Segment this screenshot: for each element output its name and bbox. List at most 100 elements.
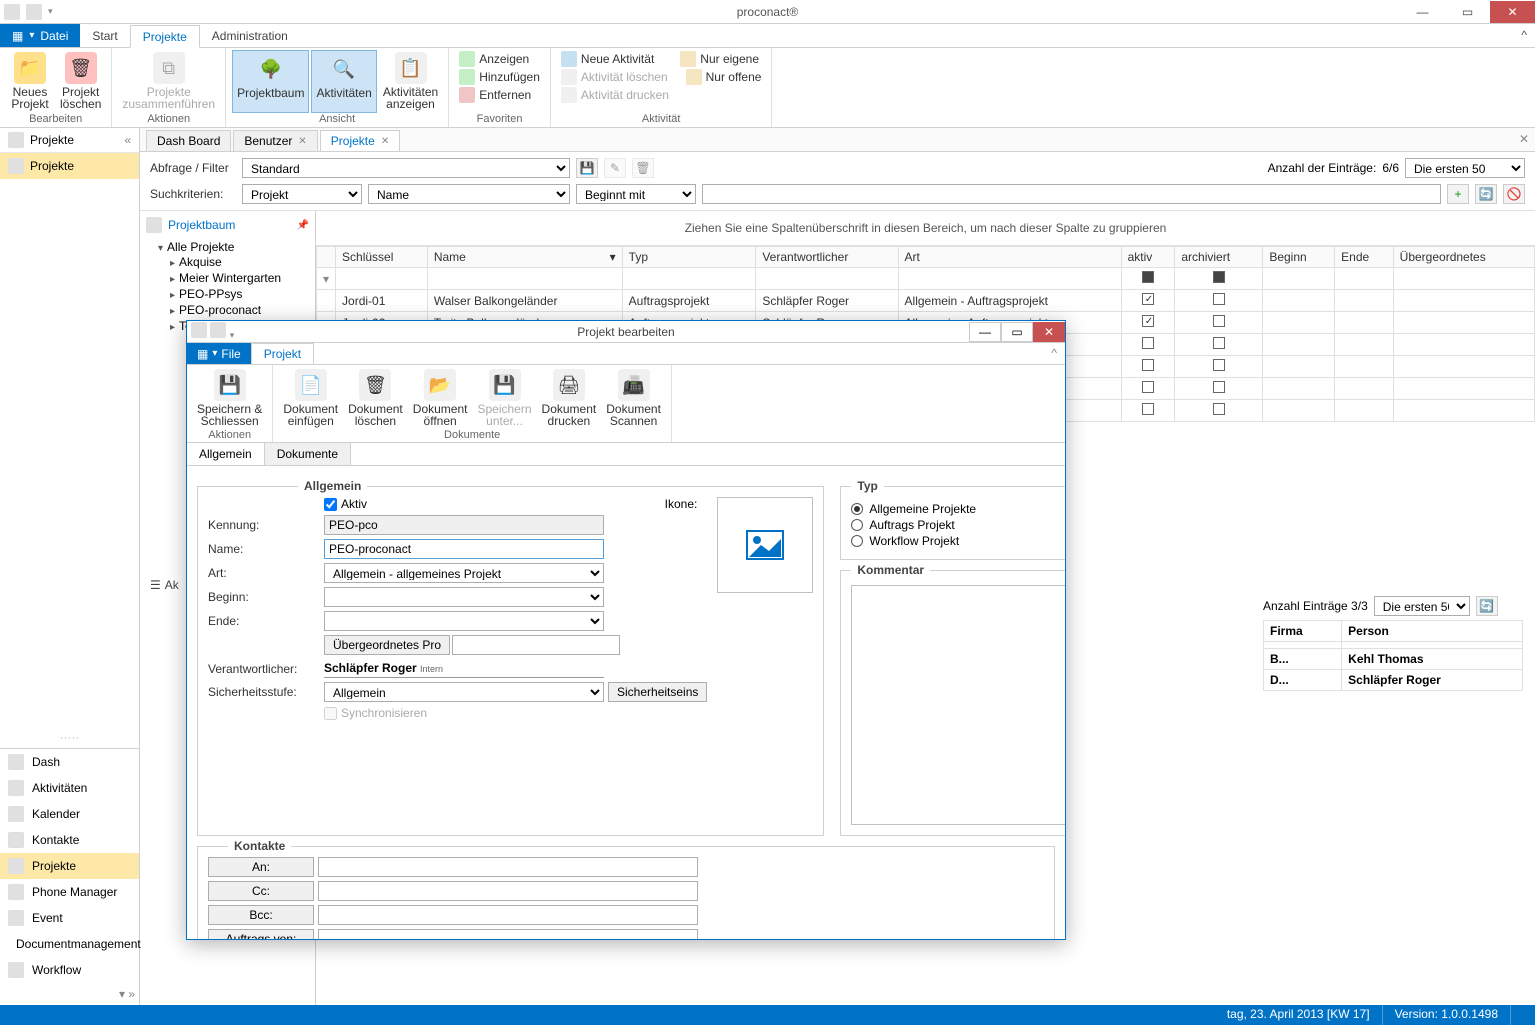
kommentar-textarea[interactable] [851,585,1065,825]
tree-root[interactable]: Alle Projekte [167,240,234,254]
beginn-field[interactable] [324,587,604,607]
name-field[interactable] [324,539,604,559]
typ-workflow-radio[interactable]: Workflow Projekt [851,533,1065,549]
tree-item[interactable]: PEO-PPsys [179,287,242,301]
edit-filter-button[interactable]: ✎ [604,158,626,178]
grid-col[interactable]: Schlüssel [336,247,428,268]
close-tab-icon[interactable]: ✕ [298,136,306,147]
grid-col[interactable]: Ende [1335,247,1394,268]
doc-print-button[interactable]: 🖨Dokument drucken [538,367,601,429]
doctab-benutzer[interactable]: Benutzer✕ [233,130,317,151]
art-select[interactable]: Allgemein - allgemeines Projekt [324,563,604,583]
nav-item-workflow[interactable]: Workflow [0,957,139,983]
tree-toggle[interactable] [170,255,179,269]
dialog-close-button[interactable]: ✕ [1033,322,1065,342]
aktivitaeten-anzeigen-button[interactable]: 📋Aktivitäten anzeigen [379,50,442,113]
nav-item-dash[interactable]: Dash [0,749,139,775]
sicherheit-select[interactable]: Allgemein [324,682,604,702]
dlg-qat-icon-2[interactable] [210,322,226,338]
grid-col[interactable]: Name ▾ [427,247,622,268]
clear-button[interactable]: 🚫 [1503,184,1525,204]
grid-col[interactable]: Art [898,247,1121,268]
qat-icon-2[interactable] [26,4,42,20]
tab-start[interactable]: Start [80,24,129,47]
grid-col[interactable]: Übergeordnetes [1393,247,1534,268]
projekt-loeschen-button[interactable]: 🗑Projekt löschen [56,50,105,113]
grid-col[interactable]: archiviert [1175,247,1263,268]
cc-field[interactable] [318,881,698,901]
subgrid-limit-select[interactable]: Die ersten 50 [1374,596,1470,616]
typ-auftrag-radio[interactable]: Auftrags Projekt [851,517,1065,533]
dlg-qat-icon-1[interactable] [191,322,207,338]
limit-select[interactable]: Die ersten 50 [1405,158,1525,178]
col-person[interactable]: Person [1342,621,1523,642]
criteria-attr-select[interactable]: Name [368,184,570,204]
table-row[interactable] [1264,642,1523,649]
nav-item-event[interactable]: Event [0,905,139,931]
nav-header[interactable]: Projekte « [0,128,139,153]
cc-button[interactable]: Cc: [208,881,314,901]
aktivitaeten-button[interactable]: 🔍Aktivitäten [311,50,376,113]
tree-toggle[interactable] [158,240,167,254]
add-criteria-button[interactable]: + [1447,184,1469,204]
criteria-op-select[interactable]: Beginnt mit [576,184,696,204]
dialog-file-menu[interactable]: ▦▾File [187,343,251,364]
uebergeordnetes-button[interactable]: Übergeordnetes Pro [324,635,450,655]
nav-item-aktivitäten[interactable]: Aktivitäten [0,775,139,801]
qat-dropdown-icon[interactable]: ▾ [48,6,53,17]
doc-insert-button[interactable]: 📄Dokument einfügen [279,367,342,429]
nav-item-kalender[interactable]: Kalender [0,801,139,827]
tree-item[interactable]: Akquise [179,255,222,269]
dlg-tab-dokumente[interactable]: Dokumente [265,443,351,465]
an-button[interactable]: An: [208,857,314,877]
uebergeordnetes-field[interactable] [452,635,620,655]
collapse-icon[interactable]: « [124,133,131,147]
grid-col[interactable]: Verantwortlicher [756,247,898,268]
nav-item-kontakte[interactable]: Kontakte [0,827,139,853]
projektbaum-button[interactable]: 🌳Projektbaum [232,50,309,113]
tree-toggle[interactable] [170,319,179,333]
criteria-field-select[interactable]: Projekt [242,184,362,204]
nur-offene-button[interactable]: Nur offene [682,68,766,86]
bcc-field[interactable] [318,905,698,925]
nav-item-projekte[interactable]: Projekte [0,853,139,879]
favoriten-hinzufuegen-button[interactable]: Hinzufügen [455,68,544,86]
file-menu[interactable]: ▦ ▾ Datei [0,24,80,47]
dialog-maximize-button[interactable]: ▭ [1001,322,1033,342]
tab-administration[interactable]: Administration [200,24,300,47]
tree-item[interactable]: Meier Wintergarten [179,271,281,285]
grid-col[interactable]: Typ [622,247,756,268]
grid-col[interactable]: aktiv [1121,247,1175,268]
tree-item[interactable]: PEO-proconact [179,303,261,317]
doc-delete-button[interactable]: 🗑Dokument löschen [344,367,407,429]
tab-projekte[interactable]: Projekte [130,25,200,48]
favoriten-anzeigen-button[interactable]: Anzeigen [455,50,544,68]
doctab-dashboard[interactable]: Dash Board [146,130,231,151]
pin-icon[interactable]: 📌 [297,220,309,231]
auftragsvon-field[interactable] [318,929,698,939]
nav-item-phone manager[interactable]: Phone Manager [0,879,139,905]
neue-aktivitaet-button[interactable]: Neue Aktivität [557,50,658,68]
doc-scan-button[interactable]: 📠Dokument Scannen [602,367,665,429]
dlg-qat-dropdown-icon[interactable]: ▾ [230,330,235,340]
aktiv-checkbox[interactable]: Aktiv [324,497,367,511]
nav-sub-projekte[interactable]: Projekte [0,153,139,179]
tab-close-all-icon[interactable]: ✕ [1519,132,1529,146]
nav-item-documentmanagement[interactable]: Documentmanagement [0,931,139,957]
ende-field[interactable] [324,611,604,631]
col-firma[interactable]: Firma [1264,621,1342,642]
tree-toggle[interactable] [170,287,179,301]
grid-col[interactable]: Beginn [1263,247,1335,268]
favoriten-entfernen-button[interactable]: Entfernen [455,86,544,104]
minimize-button[interactable]: — [1400,1,1445,23]
maximize-button[interactable]: ▭ [1445,1,1490,23]
save-close-button[interactable]: 💾Speichern & Schliessen [193,367,266,429]
neues-projekt-button[interactable]: 📁Neues Projekt [6,50,54,113]
auftragsvon-button[interactable]: Auftrags von: [208,929,314,939]
close-tab-icon[interactable]: ✕ [381,136,389,147]
ikone-preview[interactable] [717,497,813,593]
dialog-minimize-button[interactable]: — [969,322,1001,342]
an-field[interactable] [318,857,698,877]
table-row[interactable]: B...Kehl Thomas [1264,649,1523,670]
nav-more-icon[interactable]: ▾ » [119,987,135,1001]
